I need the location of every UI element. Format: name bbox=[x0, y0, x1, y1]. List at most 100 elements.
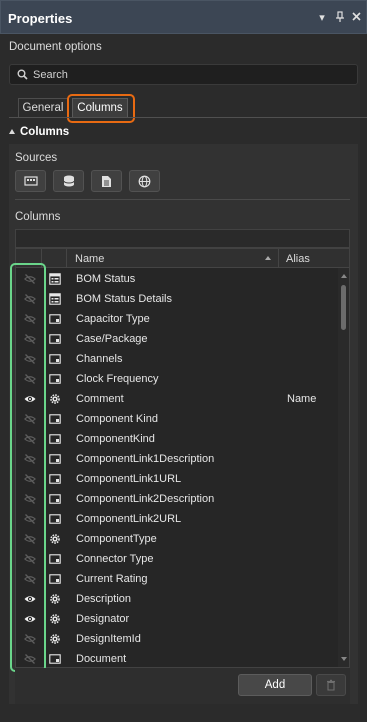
header-alias[interactable]: Alias bbox=[286, 253, 310, 265]
eye-hidden-icon[interactable] bbox=[23, 293, 37, 305]
table-row[interactable]: Description bbox=[16, 589, 338, 609]
pin-icon[interactable] bbox=[333, 11, 347, 25]
sources-label: Sources bbox=[15, 152, 58, 164]
column-name: Case/Package bbox=[76, 333, 148, 345]
document-icon bbox=[102, 176, 111, 187]
scroll-up-icon[interactable] bbox=[341, 274, 347, 278]
header-separator bbox=[66, 249, 67, 268]
table-row[interactable]: Channels bbox=[16, 349, 338, 369]
section-title: Columns bbox=[20, 126, 70, 138]
column-name: Current Rating bbox=[76, 573, 148, 585]
source-components-button[interactable] bbox=[15, 170, 46, 192]
tab-columns[interactable]: Columns bbox=[72, 98, 128, 118]
close-icon[interactable] bbox=[349, 11, 363, 25]
parameter-icon bbox=[49, 513, 61, 525]
search-icon bbox=[17, 69, 28, 80]
bom-icon bbox=[49, 273, 61, 285]
eye-hidden-icon[interactable] bbox=[23, 413, 37, 425]
database-icon bbox=[63, 175, 75, 187]
table-row[interactable]: Clock Frequency bbox=[16, 369, 338, 389]
column-name: ComponentLink1URL bbox=[76, 473, 182, 485]
eye-icon[interactable] bbox=[24, 393, 36, 405]
table-row[interactable]: BOM Status bbox=[16, 269, 338, 289]
source-web-button[interactable] bbox=[129, 170, 160, 192]
add-button[interactable]: Add bbox=[238, 674, 312, 696]
table-row[interactable]: ComponentLink1URL bbox=[16, 469, 338, 489]
source-document-button[interactable] bbox=[91, 170, 122, 192]
column-name: Connector Type bbox=[76, 553, 154, 565]
bom-icon bbox=[49, 293, 61, 305]
table-row[interactable]: ComponentLink2Description bbox=[16, 489, 338, 509]
vertical-scrollbar[interactable] bbox=[338, 268, 349, 667]
eye-icon[interactable] bbox=[24, 593, 36, 605]
source-database-button[interactable] bbox=[53, 170, 84, 192]
document-options-label: Document options bbox=[9, 41, 102, 53]
eye-hidden-icon[interactable] bbox=[23, 513, 37, 525]
column-name: Capacitor Type bbox=[76, 313, 150, 325]
parameter-icon bbox=[49, 433, 61, 445]
scroll-down-icon[interactable] bbox=[341, 657, 347, 661]
header-name[interactable]: Name bbox=[75, 253, 104, 265]
eye-hidden-icon[interactable] bbox=[23, 313, 37, 325]
panel-title: Properties bbox=[8, 11, 73, 26]
eye-hidden-icon[interactable] bbox=[23, 353, 37, 365]
table-row[interactable]: ComponentLink1Description bbox=[16, 449, 338, 469]
columns-label: Columns bbox=[15, 211, 61, 223]
eye-hidden-icon[interactable] bbox=[23, 473, 37, 485]
header-separator bbox=[41, 249, 42, 268]
eye-hidden-icon[interactable] bbox=[23, 493, 37, 505]
scroll-thumb[interactable] bbox=[341, 285, 346, 330]
system-icon bbox=[49, 593, 61, 605]
column-name: Comment bbox=[76, 393, 124, 405]
table-row[interactable]: Current Rating bbox=[16, 569, 338, 589]
sort-ascending-icon[interactable] bbox=[265, 256, 271, 260]
eye-hidden-icon[interactable] bbox=[23, 453, 37, 465]
eye-hidden-icon[interactable] bbox=[23, 433, 37, 445]
eye-hidden-icon[interactable] bbox=[23, 573, 37, 585]
table-row[interactable]: BOM Status Details bbox=[16, 289, 338, 309]
table-row[interactable]: ComponentLink2URL bbox=[16, 509, 338, 529]
table-row[interactable]: Designator bbox=[16, 609, 338, 629]
column-name: ComponentLink2URL bbox=[76, 513, 182, 525]
search-box[interactable] bbox=[9, 64, 358, 85]
column-name: Component Kind bbox=[76, 413, 158, 425]
delete-button[interactable] bbox=[316, 674, 346, 696]
table-row[interactable]: Comment Name bbox=[16, 389, 338, 409]
table-row[interactable]: DesignItemId bbox=[16, 629, 338, 649]
table-row[interactable]: Capacitor Type bbox=[16, 309, 338, 329]
table-row[interactable]: Case/Package bbox=[16, 329, 338, 349]
table-row[interactable]: Component Kind bbox=[16, 409, 338, 429]
section-header-columns[interactable]: Columns bbox=[9, 126, 69, 138]
eye-hidden-icon[interactable] bbox=[23, 553, 37, 565]
table-row[interactable]: ComponentType bbox=[16, 529, 338, 549]
system-icon bbox=[49, 633, 61, 645]
columns-grid: Name Alias BOM Status BOM Status Details C… bbox=[15, 248, 350, 668]
column-alias[interactable]: Name bbox=[287, 393, 316, 405]
system-icon bbox=[49, 393, 61, 405]
eye-hidden-icon[interactable] bbox=[23, 633, 37, 645]
column-name: Description bbox=[76, 593, 132, 605]
table-row[interactable]: ComponentKind bbox=[16, 429, 338, 449]
column-name: Channels bbox=[76, 353, 123, 365]
system-icon bbox=[49, 533, 61, 545]
dropdown-arrow-icon[interactable]: ▾ bbox=[315, 11, 329, 25]
parameter-icon bbox=[49, 413, 61, 425]
parameter-icon bbox=[49, 493, 61, 505]
tab-general[interactable]: General bbox=[18, 98, 68, 118]
table-row[interactable]: Connector Type bbox=[16, 549, 338, 569]
column-name: Clock Frequency bbox=[76, 373, 159, 385]
search-input[interactable] bbox=[33, 67, 333, 83]
eye-hidden-icon[interactable] bbox=[23, 533, 37, 545]
eye-hidden-icon[interactable] bbox=[23, 653, 37, 665]
eye-icon[interactable] bbox=[24, 613, 36, 625]
column-name: ComponentLink2Description bbox=[76, 493, 215, 505]
eye-hidden-icon[interactable] bbox=[23, 333, 37, 345]
parameter-icon bbox=[49, 653, 61, 665]
table-row[interactable]: Document bbox=[16, 649, 338, 667]
grid-toolbar bbox=[15, 229, 350, 248]
column-name: Designator bbox=[76, 613, 130, 625]
panel-title-bar: Properties ▾ bbox=[0, 0, 367, 34]
eye-hidden-icon[interactable] bbox=[23, 373, 37, 385]
column-name: DesignItemId bbox=[76, 633, 141, 645]
eye-hidden-icon[interactable] bbox=[23, 273, 37, 285]
